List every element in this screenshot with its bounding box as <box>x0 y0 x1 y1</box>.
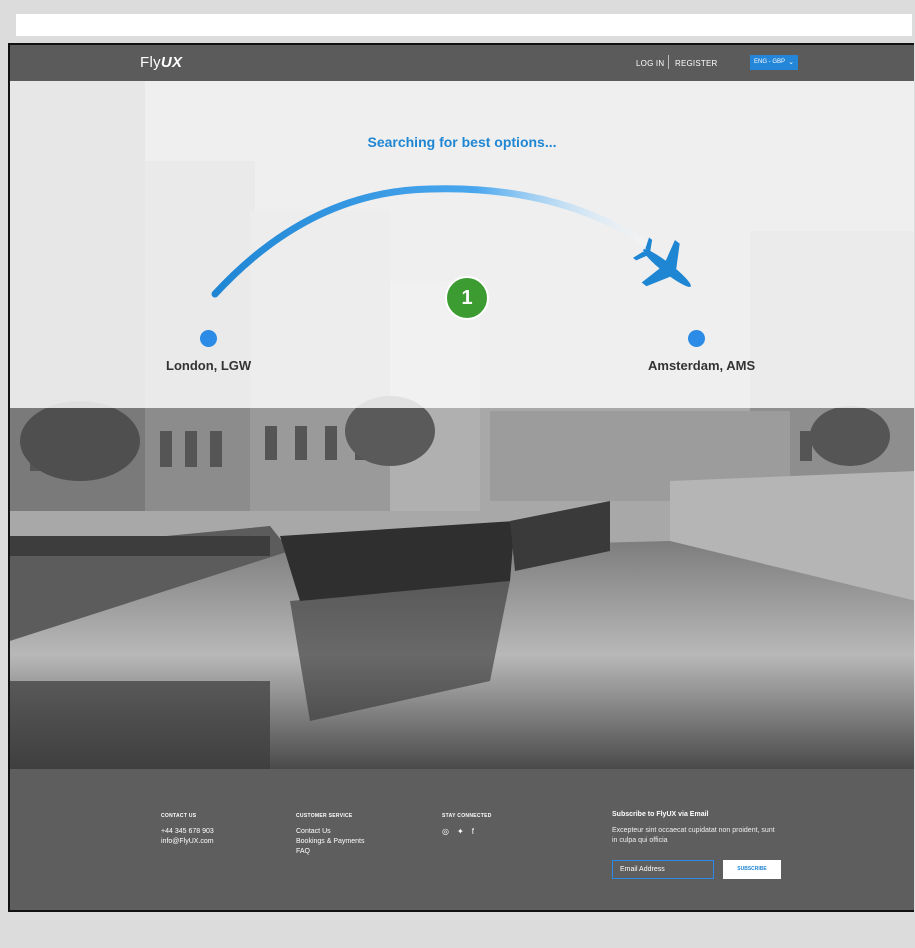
instagram-icon[interactable]: ◎ <box>442 827 449 836</box>
logo-prefix: Fly <box>140 54 161 71</box>
chevron-down-icon: ⌄ <box>788 59 794 66</box>
footer-social: STAY CONNECTED ◎ ✦ f <box>442 813 492 836</box>
twitter-icon[interactable]: ✦ <box>457 827 464 836</box>
flight-path-arc <box>211 185 654 298</box>
hero-background: Searching for best options... London, LG… <box>10 81 914 769</box>
subscribe-heading: Subscribe to FlyUX via Email <box>612 811 709 818</box>
site-footer: CONTACT US +44 345 678 903 info@FlyUX.co… <box>10 769 914 910</box>
login-link[interactable]: LOG IN <box>636 59 664 68</box>
destination-city: Amsterdam, AMS <box>648 358 756 373</box>
social-icons: ◎ ✦ f <box>442 827 492 836</box>
browser-address-bar[interactable] <box>16 14 912 36</box>
footer-contact: CONTACT US +44 345 678 903 info@FlyUX.co… <box>161 813 214 847</box>
origin-marker <box>200 330 217 347</box>
service-link-bookings[interactable]: Bookings & Payments <box>296 837 364 847</box>
language-currency-select[interactable]: ENG - GBP ⌄ <box>750 55 798 70</box>
flyux-logo[interactable]: FlyUX <box>140 54 182 71</box>
contact-phone[interactable]: +44 345 678 903 <box>161 827 214 837</box>
email-input[interactable]: Email Address <box>612 860 714 879</box>
airplane-icon <box>632 237 691 287</box>
page-frame: FlyUX LOG IN REGISTER ENG - GBP ⌄ Search… <box>8 43 914 912</box>
flight-search-progress-panel: Searching for best options... London, LG… <box>10 81 914 408</box>
destination-marker <box>688 330 705 347</box>
footer-subscribe: Subscribe to FlyUX via Email Excepteur s… <box>612 811 782 846</box>
origin-city: London, LGW <box>166 358 252 373</box>
service-link-faq[interactable]: FAQ <box>296 847 364 857</box>
language-value: ENG - GBP <box>754 59 786 65</box>
facebook-icon[interactable]: f <box>472 827 474 836</box>
contact-heading: CONTACT US <box>161 813 197 819</box>
service-link-contact[interactable]: Contact Us <box>296 827 364 837</box>
nav-divider <box>668 55 669 69</box>
subscribe-description: Excepteur sint occaecat cupidatat non pr… <box>612 827 775 844</box>
subscribe-button[interactable]: SUBSCRIBE <box>723 860 781 879</box>
contact-email[interactable]: info@FlyUX.com <box>161 837 214 847</box>
service-heading: CUSTOMER SERVICE <box>296 813 353 819</box>
register-link[interactable]: REGISTER <box>675 59 718 68</box>
logo-suffix: UX <box>160 54 183 71</box>
top-navigation: FlyUX LOG IN REGISTER ENG - GBP ⌄ <box>10 45 914 81</box>
step-number-badge: 1 <box>445 276 489 320</box>
footer-customer-service: CUSTOMER SERVICE Contact Us Bookings & P… <box>296 813 364 857</box>
social-heading: STAY CONNECTED <box>442 813 492 819</box>
